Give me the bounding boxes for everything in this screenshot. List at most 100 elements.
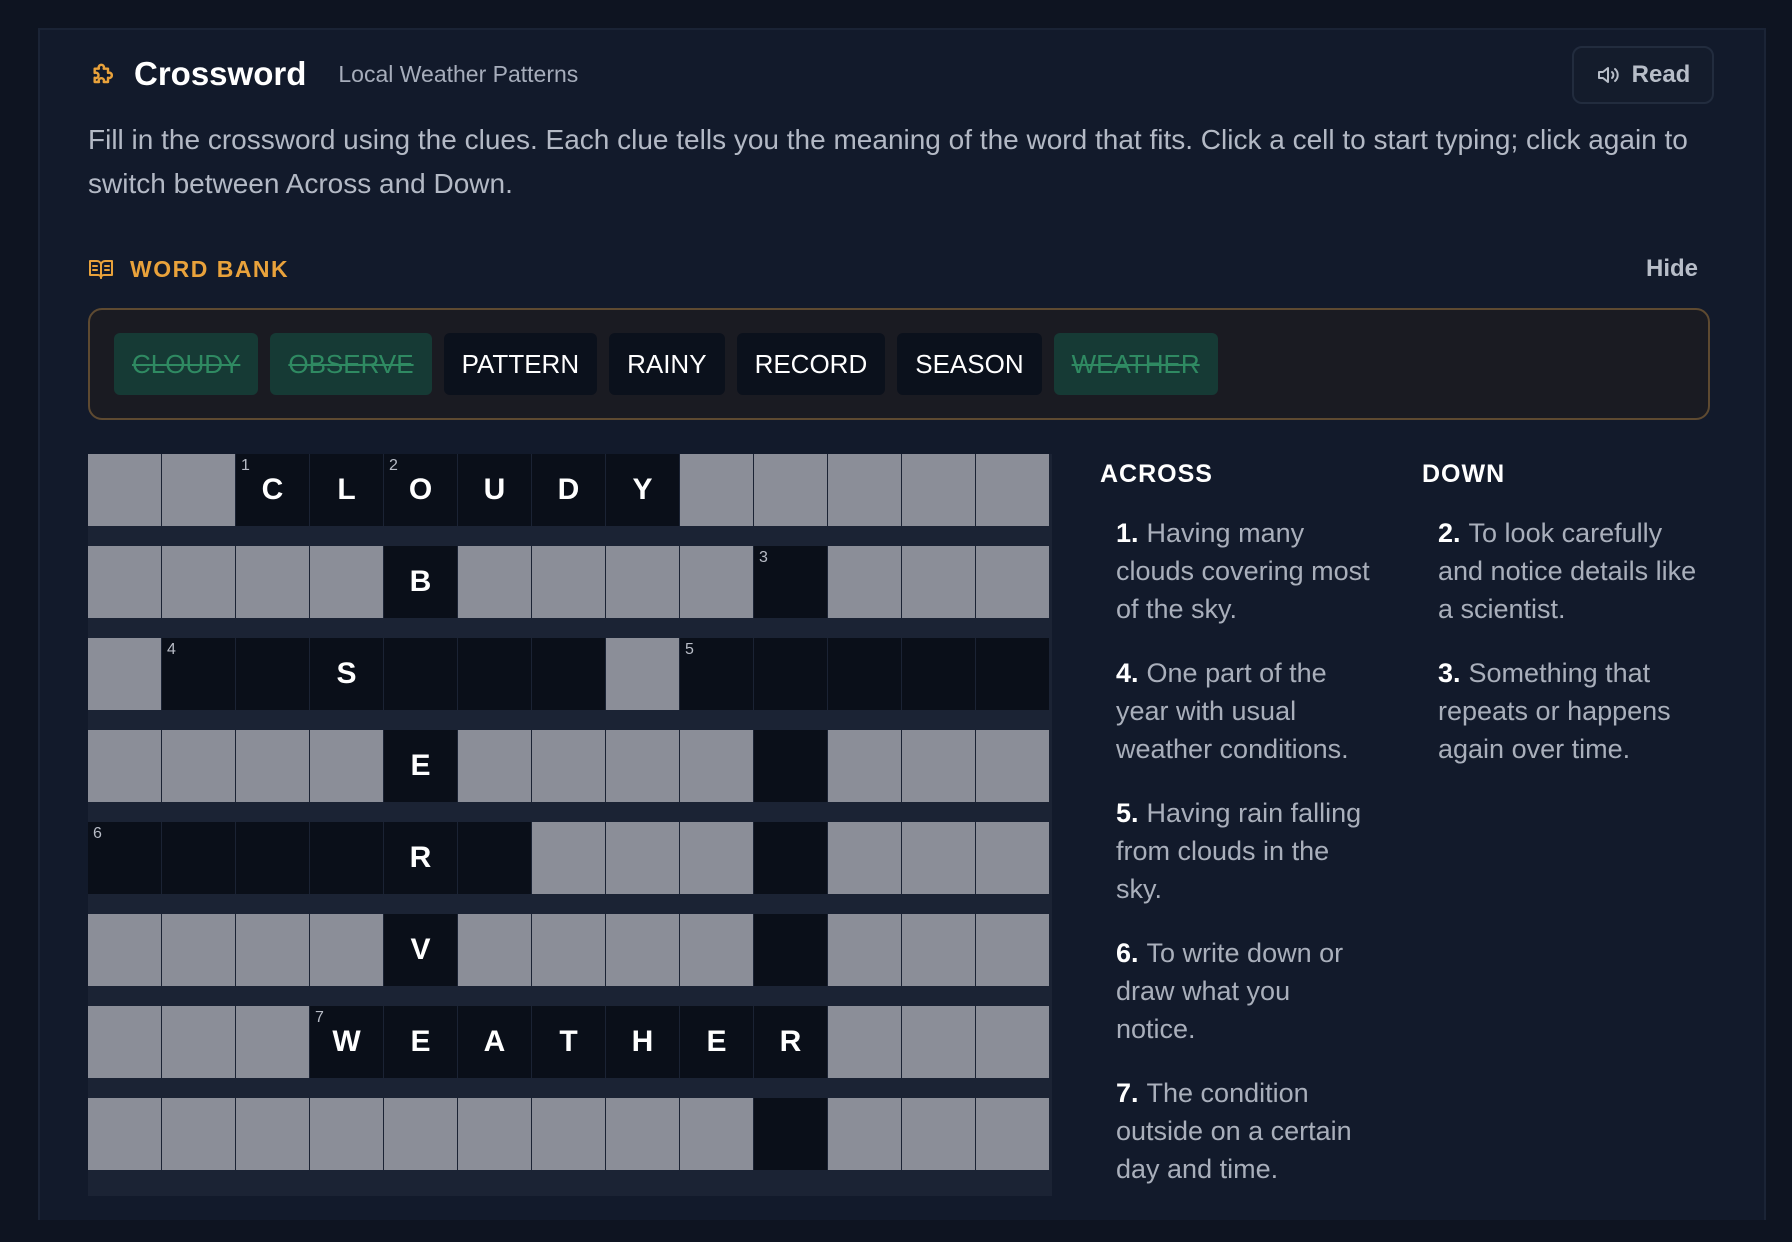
cell-letter: R <box>779 1025 802 1058</box>
grid-cell[interactable]: S <box>310 638 383 710</box>
grid-cell[interactable] <box>828 638 901 710</box>
grid-cell[interactable] <box>162 822 235 894</box>
grid-cell[interactable]: E <box>384 730 457 802</box>
grid-cell[interactable]: 7W <box>310 1006 383 1078</box>
cell-letter: V <box>410 933 431 966</box>
grid-cell[interactable]: U <box>458 454 531 526</box>
blocked-cell <box>532 546 605 618</box>
page-subtitle: Local Weather Patterns <box>338 60 579 87</box>
blocked-cell <box>88 1006 161 1078</box>
grid-cell[interactable] <box>310 822 383 894</box>
blocked-cell <box>236 1006 309 1078</box>
grid-cell[interactable]: H <box>606 1006 679 1078</box>
blocked-cell <box>88 730 161 802</box>
grid-cell[interactable]: V <box>384 914 457 986</box>
blocked-cell <box>88 638 161 710</box>
clue-number-label: 2. <box>1438 518 1461 548</box>
blocked-cell <box>606 822 679 894</box>
clue-number-label: 7. <box>1116 1078 1139 1108</box>
grid-cell[interactable]: T <box>532 1006 605 1078</box>
grid-cell[interactable]: D <box>532 454 605 526</box>
open-book-icon <box>89 260 113 279</box>
grid-cell[interactable]: 3 <box>754 546 827 618</box>
blocked-cell <box>162 546 235 618</box>
cell-letter: C <box>261 473 284 506</box>
blocked-cell <box>976 730 1049 802</box>
clue-number-label: 3. <box>1438 658 1461 688</box>
clue-item[interactable]: 6. To write down or draw what you notice. <box>1116 934 1376 1048</box>
read-aloud-button[interactable]: Read <box>1572 46 1714 104</box>
grid-cell[interactable]: Y <box>606 454 679 526</box>
grid-cell[interactable]: 2O <box>384 454 457 526</box>
clue-number-label: 6. <box>1116 938 1139 968</box>
word-chip[interactable]: PATTERN <box>443 333 598 395</box>
grid-cell[interactable]: B <box>384 546 457 618</box>
blocked-cell <box>828 546 901 618</box>
cell-letter: L <box>337 473 356 506</box>
blocked-cell <box>902 1006 975 1078</box>
grid-cell[interactable] <box>236 822 309 894</box>
blocked-cell <box>902 1098 975 1170</box>
blocked-cell <box>680 546 753 618</box>
clue-text: Having rain falling from clouds in the s… <box>1116 798 1362 904</box>
blocked-cell <box>606 546 679 618</box>
clue-item[interactable]: 7. The condition outside on a certain day… <box>1116 1074 1376 1188</box>
clue-number-label: 1. <box>1116 518 1139 548</box>
grid-cell[interactable]: 4 <box>162 638 235 710</box>
clue-number: 4 <box>167 641 176 658</box>
blocked-cell <box>976 454 1049 526</box>
grid-cell[interactable]: R <box>754 1006 827 1078</box>
speaker-icon <box>1597 67 1619 83</box>
grid-cell[interactable] <box>532 638 605 710</box>
word-chip[interactable]: SEASON <box>897 333 1042 395</box>
clue-text: Having many clouds covering most of the … <box>1116 518 1370 624</box>
word-chip[interactable]: CLOUDY <box>114 333 259 395</box>
grid-cell[interactable] <box>976 638 1049 710</box>
grid-cell[interactable]: E <box>680 1006 753 1078</box>
clue-item[interactable]: 3. Something that repeats or happens agai… <box>1438 654 1698 768</box>
clue-item[interactable]: 1. Having many clouds covering most of th… <box>1116 514 1376 628</box>
grid-cell[interactable]: A <box>458 1006 531 1078</box>
down-heading: DOWN <box>1422 460 1506 488</box>
blocked-cell <box>458 1098 531 1170</box>
grid-cell[interactable] <box>754 638 827 710</box>
grid-cell[interactable]: 6 <box>88 822 161 894</box>
grid-cell[interactable]: 1C <box>236 454 309 526</box>
word-chip[interactable]: OBSERVE <box>270 333 432 395</box>
blocked-cell <box>310 1098 383 1170</box>
grid-cell[interactable]: E <box>384 1006 457 1078</box>
blocked-cell <box>162 730 235 802</box>
grid-cell[interactable]: R <box>384 822 457 894</box>
grid-cell[interactable] <box>754 914 827 986</box>
grid-cell[interactable] <box>754 822 827 894</box>
blocked-cell <box>606 638 679 710</box>
clue-item[interactable]: 2. To look carefully and notice details l… <box>1438 514 1698 628</box>
grid-cell[interactable] <box>902 638 975 710</box>
grid-cell[interactable] <box>236 638 309 710</box>
blocked-cell <box>902 822 975 894</box>
blocked-cell <box>606 1098 679 1170</box>
grid-cell[interactable] <box>754 730 827 802</box>
word-chip[interactable]: WEATHER <box>1053 333 1218 395</box>
word-chip[interactable]: RECORD <box>736 333 886 395</box>
cell-letter: Y <box>632 473 653 506</box>
down-clues: DOWN 2. To look carefully and notice deta… <box>1422 456 1722 764</box>
blocked-cell <box>236 1098 309 1170</box>
across-heading: ACROSS <box>1100 460 1213 488</box>
clue-item[interactable]: 5. Having rain falling from clouds in the… <box>1116 794 1376 908</box>
hide-word-bank-button[interactable]: Hide <box>1646 252 1698 286</box>
grid-cell[interactable]: L <box>310 454 383 526</box>
blocked-cell <box>828 914 901 986</box>
grid-cell[interactable] <box>754 1098 827 1170</box>
grid-cell[interactable] <box>458 638 531 710</box>
grid-cell[interactable] <box>458 822 531 894</box>
word-bank-title: WORD BANK <box>130 255 290 282</box>
blocked-cell <box>976 1098 1049 1170</box>
puzzle-piece-icon <box>93 63 113 84</box>
grid-cell[interactable]: 5 <box>680 638 753 710</box>
clue-text: To write down or draw what you notice. <box>1116 938 1344 1044</box>
clue-text: To look carefully and notice details lik… <box>1438 518 1697 624</box>
clue-item[interactable]: 4. One part of the year with usual weathe… <box>1116 654 1376 768</box>
grid-cell[interactable] <box>384 638 457 710</box>
word-chip[interactable]: RAINY <box>609 333 725 395</box>
